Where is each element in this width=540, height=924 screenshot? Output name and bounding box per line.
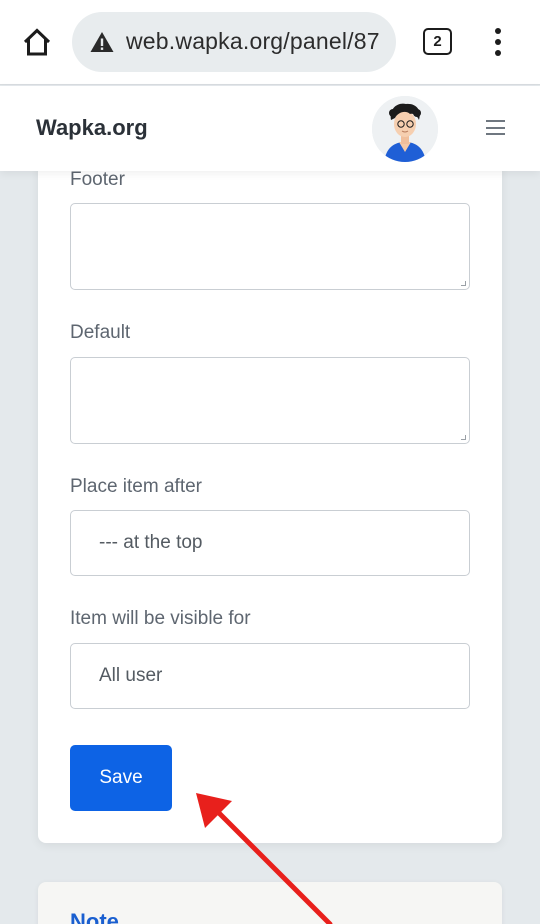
visible-for-select[interactable]: All user (70, 643, 470, 709)
brand-logo-text[interactable]: Wapka.org (36, 115, 148, 141)
note-title: Note (70, 909, 119, 924)
save-button[interactable]: Save (70, 745, 172, 811)
note-card: Note (38, 882, 502, 924)
place-after-select[interactable]: --- at the top (70, 510, 470, 576)
url-text[interactable]: web.wapka.org/panel/87 (126, 28, 380, 55)
footer-label: Footer (70, 169, 125, 190)
hamburger-icon[interactable] (486, 120, 505, 135)
warning-icon[interactable] (90, 31, 114, 53)
avatar-illustration (372, 96, 438, 162)
visible-for-label: Item will be visible for (70, 608, 251, 629)
place-after-selected-value: --- at the top (99, 532, 203, 553)
avatar[interactable] (372, 96, 438, 162)
default-textarea[interactable] (70, 357, 470, 444)
more-vert-icon[interactable] (486, 26, 510, 58)
place-after-label: Place item after (70, 476, 202, 497)
visible-for-selected-value: All user (99, 665, 163, 686)
address-bar[interactable]: web.wapka.org/panel/87 (72, 12, 396, 72)
default-label: Default (70, 322, 131, 343)
tab-switcher-button[interactable]: 2 (423, 28, 452, 55)
site-header: Wapka.org (0, 86, 540, 171)
home-button[interactable] (18, 22, 56, 62)
browser-toolbar: web.wapka.org/panel/87 2 (0, 0, 540, 85)
home-icon (23, 28, 51, 56)
footer-textarea[interactable] (70, 203, 470, 290)
